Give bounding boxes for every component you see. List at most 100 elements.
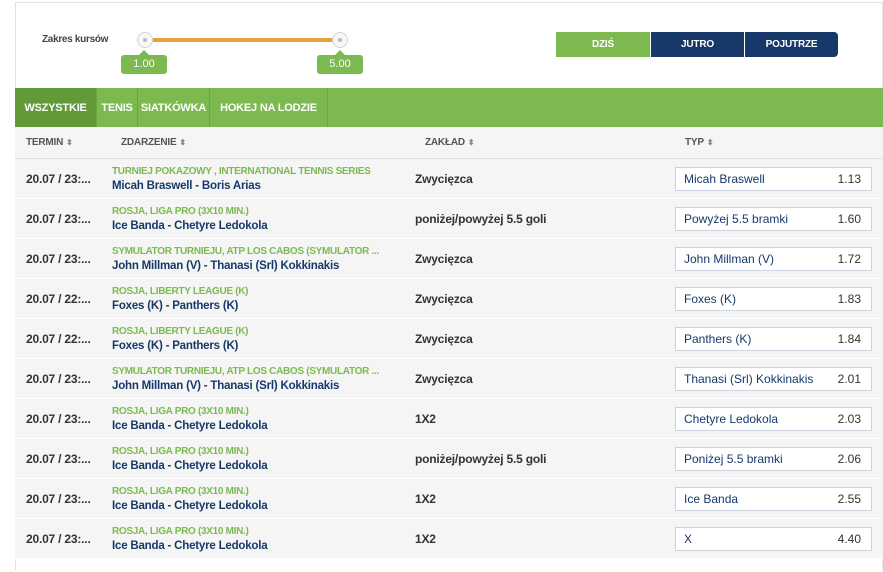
table-row: 20.07 / 23:... ROSJA, LIGA PRO (3X10 MIN… [15, 399, 883, 439]
event-match-link[interactable]: Foxes (K) - Panthers (K) [112, 340, 238, 352]
sort-icon: ⬍ [706, 138, 714, 147]
event-match-link[interactable]: Ice Banda - Chetyre Ledokola [112, 460, 268, 472]
pick-odd: 1.84 [837, 332, 861, 346]
odds-pick-button[interactable]: Ice Banda 2.55 [675, 487, 872, 511]
table-row: 20.07 / 23:... ROSJA, LIGA PRO (3X10 MIN… [15, 199, 883, 239]
column-label: ZDARZENIE [121, 137, 177, 148]
pick-label: Poniżej 5.5 bramki [684, 452, 783, 466]
column-label: ZAKŁAD [425, 137, 465, 148]
odds-pick-button[interactable]: John Millman (V) 1.72 [675, 247, 872, 271]
bet-market: Zwycięzca [415, 332, 473, 346]
bet-market: Zwycięzca [415, 172, 473, 186]
odds-range-min-value: 1.00 [121, 50, 167, 74]
odds-pick-button[interactable]: Chetyre Ledokola 2.03 [675, 407, 872, 431]
odds-range-max-handle[interactable] [332, 32, 348, 48]
pick-label: John Millman (V) [684, 252, 775, 266]
pick-label: Powyżej 5.5 bramki [684, 212, 789, 226]
event-match-link[interactable]: Ice Banda - Chetyre Ledokola [112, 540, 268, 552]
tab-ice-hockey[interactable]: HOKEJ NA LODZIE [210, 88, 328, 127]
day-selector: DZIŚ JUTRO POJUTRZE [556, 32, 838, 57]
odds-range-track[interactable] [145, 38, 341, 42]
event-league-link[interactable]: SYMULATOR TURNIEJU, ATP LOS CABOS (SYMUL… [112, 366, 379, 377]
table-row: 20.07 / 23:... ROSJA, LIGA PRO (3X10 MIN… [15, 479, 883, 519]
column-header-zdarzenie[interactable]: ZDARZENIE ⬍ [121, 137, 186, 148]
day-after-tomorrow-button[interactable]: POJUTRZE [745, 32, 838, 57]
table-row: 20.07 / 23:... TURNIEJ POKAZOWY , INTERN… [15, 159, 883, 199]
day-today-button[interactable]: DZIŚ [556, 32, 650, 57]
odds-pick-button[interactable]: Panthers (K) 1.84 [675, 327, 872, 351]
odds-pick-button[interactable]: Powyżej 5.5 bramki 1.60 [675, 207, 872, 231]
event-time: 20.07 / 23:... [26, 252, 91, 266]
pick-label: Panthers (K) [684, 332, 752, 346]
pick-label: Chetyre Ledokola [684, 412, 779, 426]
odds-range-min-handle[interactable] [137, 32, 153, 48]
tab-volleyball[interactable]: SIATKÓWKA [138, 88, 210, 127]
event-match-link[interactable]: John Millman (V) - Thanasi (Srl) Kokkina… [112, 380, 339, 392]
day-tomorrow-button[interactable]: JUTRO [651, 32, 744, 57]
table-row: 20.07 / 22:... ROSJA, LIBERTY LEAGUE (K)… [15, 319, 883, 359]
event-match-link[interactable]: Ice Banda - Chetyre Ledokola [112, 220, 268, 232]
event-league-link[interactable]: ROSJA, LIGA PRO (3X10 MIN.) [112, 406, 249, 417]
tab-tennis[interactable]: TENIS [97, 88, 138, 127]
event-league-link[interactable]: ROSJA, LIGA PRO (3X10 MIN.) [112, 526, 249, 537]
pick-odd: 1.13 [837, 172, 861, 186]
sport-tabs: WSZYSTKIE TENIS SIATKÓWKA HOKEJ NA LODZI… [15, 88, 883, 127]
sort-icon: ⬍ [66, 138, 73, 147]
pick-odd: 1.60 [837, 212, 861, 226]
pick-odd: 4.40 [837, 532, 861, 546]
event-time: 20.07 / 23:... [26, 532, 91, 546]
event-league-link[interactable]: ROSJA, LIGA PRO (3X10 MIN.) [112, 446, 249, 457]
odds-pick-button[interactable]: Thanasi (Srl) Kokkinakis 2.01 [675, 367, 872, 391]
event-match-link[interactable]: Foxes (K) - Panthers (K) [112, 300, 238, 312]
bet-market: Zwycięzca [415, 372, 473, 386]
event-match-link[interactable]: Micah Braswell - Boris Arias [112, 180, 261, 192]
event-time: 20.07 / 22:... [26, 292, 91, 306]
event-time: 20.07 / 22:... [26, 332, 91, 346]
odds-table: 20.07 / 23:... TURNIEJ POKAZOWY , INTERN… [15, 159, 883, 559]
column-label: TERMIN [26, 137, 64, 148]
bet-market: Zwycięzca [415, 292, 473, 306]
event-league-link[interactable]: SYMULATOR TURNIEJU, ATP LOS CABOS (SYMUL… [112, 246, 379, 257]
column-header-typ[interactable]: TYP ⬍ [685, 137, 714, 148]
table-row: 20.07 / 23:... ROSJA, LIGA PRO (3X10 MIN… [15, 519, 883, 559]
column-header-termin[interactable]: TERMIN ⬍ [26, 137, 73, 148]
event-time: 20.07 / 23:... [26, 172, 91, 186]
odds-pick-button[interactable]: X 4.40 [675, 527, 872, 551]
event-league-link[interactable]: ROSJA, LIGA PRO (3X10 MIN.) [112, 486, 249, 497]
event-time: 20.07 / 23:... [26, 412, 91, 426]
event-time: 20.07 / 23:... [26, 372, 91, 386]
column-header-zaklad[interactable]: ZAKŁAD ⬍ [425, 137, 475, 148]
column-label: TYP [685, 137, 704, 148]
bet-market: Zwycięzca [415, 252, 473, 266]
pick-odd: 2.01 [837, 372, 861, 386]
event-time: 20.07 / 23:... [26, 492, 91, 506]
pick-odd: 2.55 [837, 492, 861, 506]
bet-market: poniżej/powyżej 5.5 goli [415, 212, 547, 226]
table-row: 20.07 / 23:... ROSJA, LIGA PRO (3X10 MIN… [15, 439, 883, 479]
event-time: 20.07 / 23:... [26, 212, 91, 226]
bet-market: poniżej/powyżej 5.5 goli [415, 452, 547, 466]
event-league-link[interactable]: ROSJA, LIGA PRO (3X10 MIN.) [112, 206, 249, 217]
bet-market: 1X2 [415, 492, 436, 506]
pick-odd: 1.72 [837, 252, 861, 266]
pick-odd: 2.03 [837, 412, 861, 426]
pick-label: Micah Braswell [684, 172, 765, 186]
event-league-link[interactable]: TURNIEJ POKAZOWY , INTERNATIONAL TENNIS … [112, 166, 371, 177]
event-time: 20.07 / 23:... [26, 452, 91, 466]
pick-label: X [684, 532, 693, 546]
event-match-link[interactable]: John Millman (V) - Thanasi (Srl) Kokkina… [112, 260, 339, 272]
odds-pick-button[interactable]: Foxes (K) 1.83 [675, 287, 872, 311]
odds-pick-button[interactable]: Micah Braswell 1.13 [675, 167, 872, 191]
odds-pick-button[interactable]: Poniżej 5.5 bramki 2.06 [675, 447, 872, 471]
pick-label: Ice Banda [684, 492, 739, 506]
table-row: 20.07 / 22:... ROSJA, LIBERTY LEAGUE (K)… [15, 279, 883, 319]
event-league-link[interactable]: ROSJA, LIBERTY LEAGUE (K) [112, 326, 249, 337]
event-match-link[interactable]: Ice Banda - Chetyre Ledokola [112, 420, 268, 432]
event-match-link[interactable]: Ice Banda - Chetyre Ledokola [112, 500, 268, 512]
table-row: 20.07 / 23:... SYMULATOR TURNIEJU, ATP L… [15, 239, 883, 279]
table-header: TERMIN ⬍ ZDARZENIE ⬍ ZAKŁAD ⬍ TYP ⬍ [15, 127, 883, 159]
sort-icon: ⬍ [467, 138, 475, 147]
tab-all[interactable]: WSZYSTKIE [15, 88, 97, 127]
event-league-link[interactable]: ROSJA, LIBERTY LEAGUE (K) [112, 286, 249, 297]
sort-icon: ⬍ [179, 138, 186, 147]
